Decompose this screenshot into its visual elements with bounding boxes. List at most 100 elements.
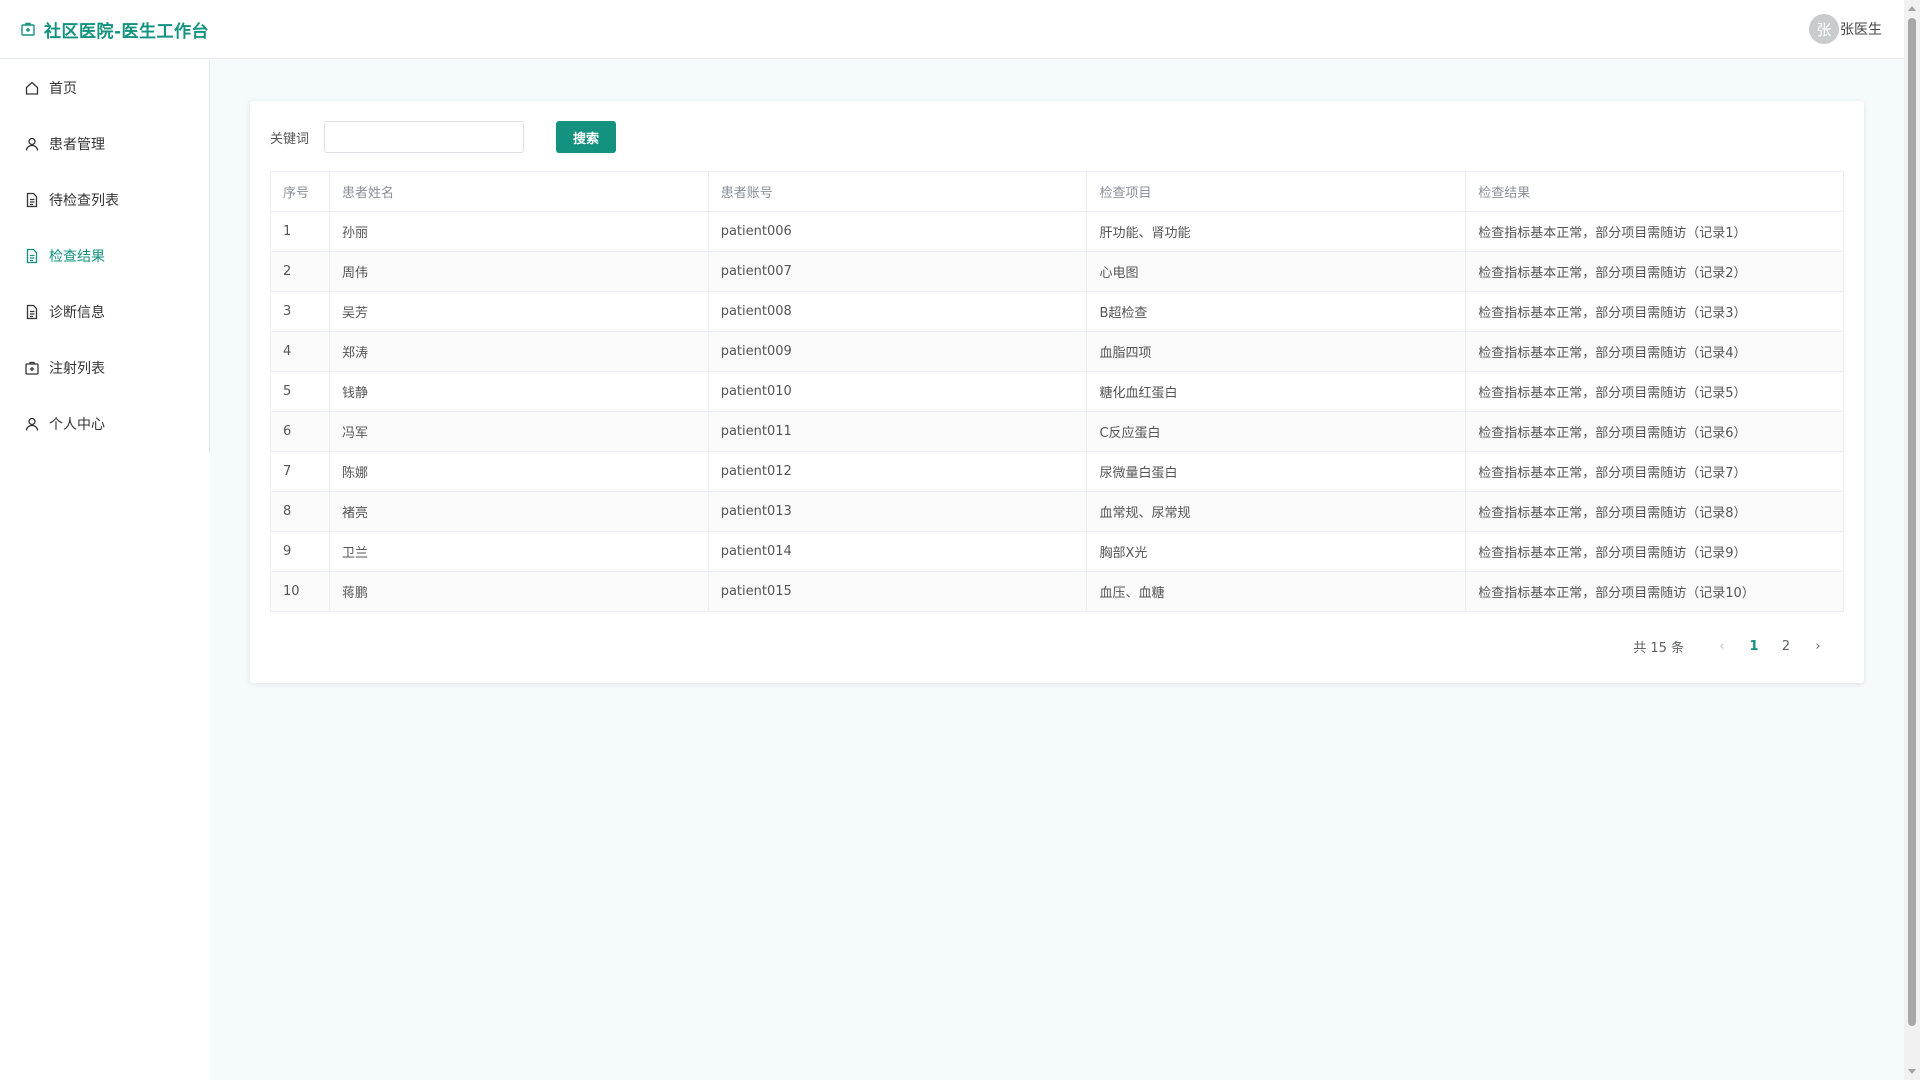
cell-exam-item: 血脂四项: [1086, 331, 1467, 372]
vertical-scrollbar[interactable]: [1904, 0, 1920, 1080]
results-card: 关键词 搜索 序号 患者姓名 患者账号 检查项目 检查结果 1 孙丽 patie…: [250, 101, 1864, 683]
document-icon: [24, 304, 40, 320]
cell-exam-item: C反应蛋白: [1086, 411, 1467, 452]
scrollbar-thumb[interactable]: [1908, 18, 1916, 1026]
cell-exam-item: 血常规、尿常规: [1086, 491, 1467, 532]
cell-exam-result: 检查指标基本正常，部分项目需随访（记录3）: [1465, 291, 1844, 332]
cell-index: 7: [270, 451, 330, 492]
cell-index: 10: [270, 571, 330, 612]
table-row[interactable]: 4 郑涛 patient009 血脂四项 检查指标基本正常，部分项目需随访（记录…: [270, 331, 1844, 372]
sidebar-item-patients[interactable]: 患者管理: [0, 116, 209, 172]
cell-exam-result: 检查指标基本正常，部分项目需随访（记录6）: [1465, 411, 1844, 452]
table-row[interactable]: 2 周伟 patient007 心电图 检查指标基本正常，部分项目需随访（记录2…: [270, 251, 1844, 292]
cell-patient-name: 陈娜: [328, 451, 709, 492]
document-icon: [24, 248, 40, 264]
cell-exam-result: 检查指标基本正常，部分项目需随访（记录9）: [1465, 531, 1844, 572]
cell-exam-item: 胸部X光: [1086, 531, 1467, 572]
cell-patient-name: 褚亮: [328, 491, 709, 532]
cell-patient-name: 冯军: [328, 411, 709, 452]
search-label: 关键词: [270, 131, 310, 147]
cell-index: 5: [270, 371, 330, 412]
cell-patient-account: patient008: [707, 291, 1088, 332]
sidebar-item-label: 诊断信息: [49, 305, 105, 321]
table-row[interactable]: 7 陈娜 patient012 尿微量白蛋白 检查指标基本正常，部分项目需随访（…: [270, 451, 1844, 492]
keyword-input[interactable]: [324, 121, 524, 153]
medical-kit-icon: [24, 360, 40, 376]
user-menu[interactable]: 张 张医生: [1809, 14, 1882, 44]
cell-patient-name: 吴芳: [328, 291, 709, 332]
cell-exam-item: B超检查: [1086, 291, 1467, 332]
sidebar-background: [0, 453, 210, 1080]
cell-exam-item: 肝功能、肾功能: [1086, 211, 1467, 252]
cell-patient-account: patient013: [707, 491, 1088, 532]
sidebar-item-label: 待检查列表: [49, 193, 119, 209]
sidebar-item-pending-exams[interactable]: 待检查列表: [0, 172, 209, 228]
cell-exam-result: 检查指标基本正常，部分项目需随访（记录1）: [1465, 211, 1844, 252]
table-row[interactable]: 9 卫兰 patient014 胸部X光 检查指标基本正常，部分项目需随访（记录…: [270, 531, 1844, 572]
cell-exam-item: 尿微量白蛋白: [1086, 451, 1467, 492]
table-row[interactable]: 8 褚亮 patient013 血常规、尿常规 检查指标基本正常，部分项目需随访…: [270, 491, 1844, 532]
cell-exam-result: 检查指标基本正常，部分项目需随访（记录2）: [1465, 251, 1844, 292]
cell-index: 9: [270, 531, 330, 572]
column-header-exam-item[interactable]: 检查项目: [1086, 171, 1467, 212]
avatar[interactable]: 张: [1809, 14, 1839, 44]
table-row[interactable]: 10 蒋鹏 patient015 血压、血糖 检查指标基本正常，部分项目需随访（…: [270, 571, 1844, 612]
sidebar-item-profile[interactable]: 个人中心: [0, 396, 209, 452]
column-header-index[interactable]: 序号: [270, 171, 330, 212]
cell-patient-account: patient009: [707, 331, 1088, 372]
top-header: 社区医院-医生工作台 张 张医生: [0, 0, 1904, 59]
table-row[interactable]: 3 吴芳 patient008 B超检查 检查指标基本正常，部分项目需随访（记录…: [270, 291, 1844, 332]
sidebar-item-label: 首页: [49, 81, 77, 97]
cell-index: 3: [270, 291, 330, 332]
search-bar: 关键词 搜索: [270, 121, 1844, 153]
document-icon: [24, 192, 40, 208]
cell-patient-name: 钱静: [328, 371, 709, 412]
column-header-patient-name[interactable]: 患者姓名: [328, 171, 709, 212]
cell-exam-item: 血压、血糖: [1086, 571, 1467, 612]
cell-patient-account: patient006: [707, 211, 1088, 252]
home-icon: [24, 80, 40, 96]
next-page-button[interactable]: ›: [1802, 639, 1834, 654]
cell-patient-account: patient014: [707, 531, 1088, 572]
sidebar: 首页 患者管理 待检查列表 检查结果 诊断信息 注射列表 个人中心: [0, 60, 210, 453]
table-row[interactable]: 5 钱静 patient010 糖化血红蛋白 检查指标基本正常，部分项目需随访（…: [270, 371, 1844, 412]
username[interactable]: 张医生: [1840, 19, 1882, 39]
cell-exam-result: 检查指标基本正常，部分项目需随访（记录5）: [1465, 371, 1844, 412]
cell-exam-item: 糖化血红蛋白: [1086, 371, 1467, 412]
cell-index: 4: [270, 331, 330, 372]
sidebar-item-diagnosis[interactable]: 诊断信息: [0, 284, 209, 340]
exam-results-table: 序号 患者姓名 患者账号 检查项目 检查结果 1 孙丽 patient006 肝…: [270, 171, 1844, 612]
medical-kit-icon: [20, 21, 36, 37]
cell-patient-account: patient010: [707, 371, 1088, 412]
cell-exam-result: 检查指标基本正常，部分项目需随访（记录10）: [1465, 571, 1844, 612]
cell-patient-account: patient015: [707, 571, 1088, 612]
page-button-1[interactable]: 1: [1738, 639, 1770, 654]
sidebar-item-injections[interactable]: 注射列表: [0, 340, 209, 396]
cell-patient-name: 周伟: [328, 251, 709, 292]
cell-exam-result: 检查指标基本正常，部分项目需随访（记录4）: [1465, 331, 1844, 372]
cell-patient-name: 郑涛: [328, 331, 709, 372]
cell-patient-account: patient007: [707, 251, 1088, 292]
cell-index: 2: [270, 251, 330, 292]
sidebar-item-home[interactable]: 首页: [0, 60, 209, 116]
table-row[interactable]: 6 冯军 patient011 C反应蛋白 检查指标基本正常，部分项目需随访（记…: [270, 411, 1844, 452]
cell-patient-name: 卫兰: [328, 531, 709, 572]
table-row[interactable]: 1 孙丽 patient006 肝功能、肾功能 检查指标基本正常，部分项目需随访…: [270, 211, 1844, 252]
pagination-total: 共 15 条: [1633, 641, 1684, 656]
main-content: 关键词 搜索 序号 患者姓名 患者账号 检查项目 检查结果 1 孙丽 patie…: [210, 60, 1904, 1080]
cell-patient-account: patient012: [707, 451, 1088, 492]
column-header-patient-account[interactable]: 患者账号: [707, 171, 1088, 212]
search-button[interactable]: 搜索: [556, 121, 616, 153]
sidebar-item-label: 患者管理: [49, 137, 105, 153]
cell-index: 8: [270, 491, 330, 532]
table-header-row: 序号 患者姓名 患者账号 检查项目 检查结果: [270, 171, 1844, 212]
sidebar-item-exam-results[interactable]: 检查结果: [0, 228, 209, 284]
scroll-up-arrow-icon[interactable]: [1908, 6, 1916, 11]
sidebar-item-label: 检查结果: [49, 249, 105, 265]
column-header-exam-result[interactable]: 检查结果: [1465, 171, 1844, 212]
sidebar-item-label: 个人中心: [49, 417, 105, 433]
scroll-down-arrow-icon[interactable]: [1908, 1069, 1916, 1074]
app-title: 社区医院-医生工作台: [44, 21, 210, 42]
page-button-2[interactable]: 2: [1770, 639, 1802, 654]
prev-page-button[interactable]: ‹: [1706, 639, 1738, 654]
